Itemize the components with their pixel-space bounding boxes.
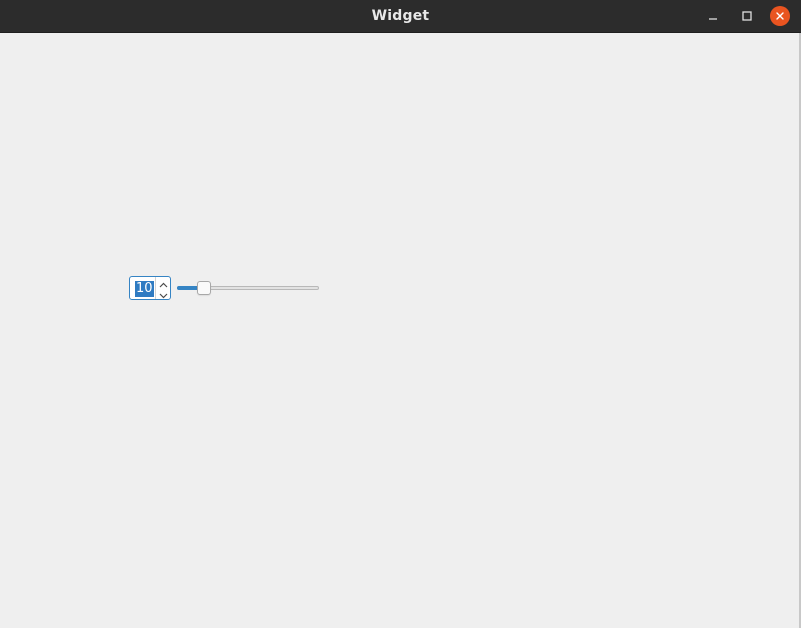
maximize-icon [741,7,753,26]
close-icon [774,7,786,26]
value-spinbox[interactable]: 10 [129,276,171,300]
minimize-icon [707,7,719,26]
widget-client-area [0,33,801,628]
chevron-down-icon [159,284,168,303]
window-title: Widget [371,8,430,24]
spinbox-down-button[interactable] [156,288,170,299]
close-button[interactable] [770,6,790,26]
spinbox-buttons [155,277,170,299]
app-window: Widget 10 [0,0,801,628]
minimize-button[interactable] [703,6,723,26]
maximize-button[interactable] [737,6,757,26]
slider-handle[interactable] [197,281,211,295]
spinbox-value[interactable]: 10 [135,281,154,297]
title-bar[interactable]: Widget [0,0,801,33]
value-slider[interactable] [177,280,319,296]
slider-fill [177,286,199,290]
